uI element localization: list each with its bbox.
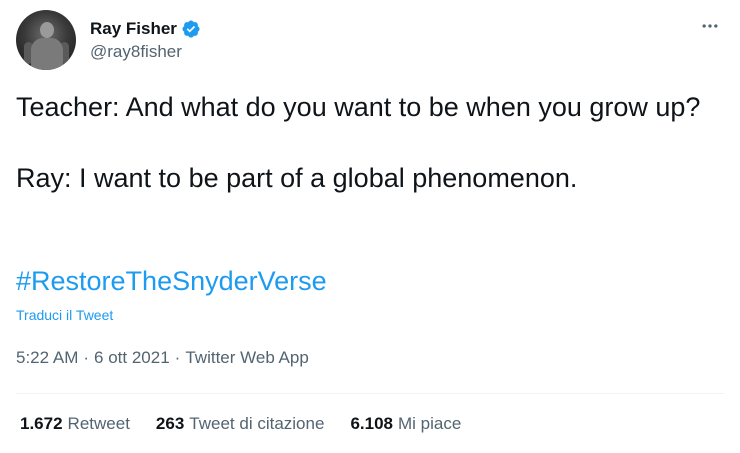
author-info: Ray Fisher @ray8fisher <box>90 18 201 63</box>
tweet-stats: 1.672 Retweet 263 Tweet di citazione 6.1… <box>20 413 461 435</box>
tweet-header: Ray Fisher @ray8fisher <box>16 10 201 70</box>
tweet-text: Teacher: And what do you want to be when… <box>16 90 716 195</box>
tweet-time[interactable]: 5:22 AM <box>16 347 78 369</box>
tweet-meta: 5:22 AM · 6 ott 2021 · Twitter Web App <box>16 347 309 369</box>
meta-separator: · <box>83 348 90 367</box>
meta-separator: · <box>174 348 181 367</box>
author-handle[interactable]: @ray8fisher <box>90 41 201 63</box>
tweet-line-ray: Ray: I want to be part of a global pheno… <box>16 163 578 193</box>
divider <box>16 393 724 394</box>
tweet-card: Ray Fisher @ray8fisher Teacher: And what… <box>0 0 740 453</box>
retweet-count[interactable]: 1.672 Retweet <box>20 413 130 435</box>
avatar[interactable] <box>16 10 76 70</box>
tweet-line-teacher: Teacher: And what do you want to be when… <box>16 92 701 122</box>
author-name[interactable]: Ray Fisher <box>90 18 177 40</box>
hashtag-link[interactable]: #RestoreTheSnyderVerse <box>16 264 327 298</box>
tweet-source[interactable]: Twitter Web App <box>185 347 308 369</box>
tweet-date[interactable]: 6 ott 2021 <box>94 347 170 369</box>
verified-badge-icon <box>181 19 201 39</box>
more-horizontal-icon[interactable] <box>698 14 722 38</box>
translate-tweet-link[interactable]: Traduci il Tweet <box>16 306 113 324</box>
quote-tweet-count[interactable]: 263 Tweet di citazione <box>156 413 325 435</box>
like-count[interactable]: 6.108 Mi piace <box>350 413 461 435</box>
